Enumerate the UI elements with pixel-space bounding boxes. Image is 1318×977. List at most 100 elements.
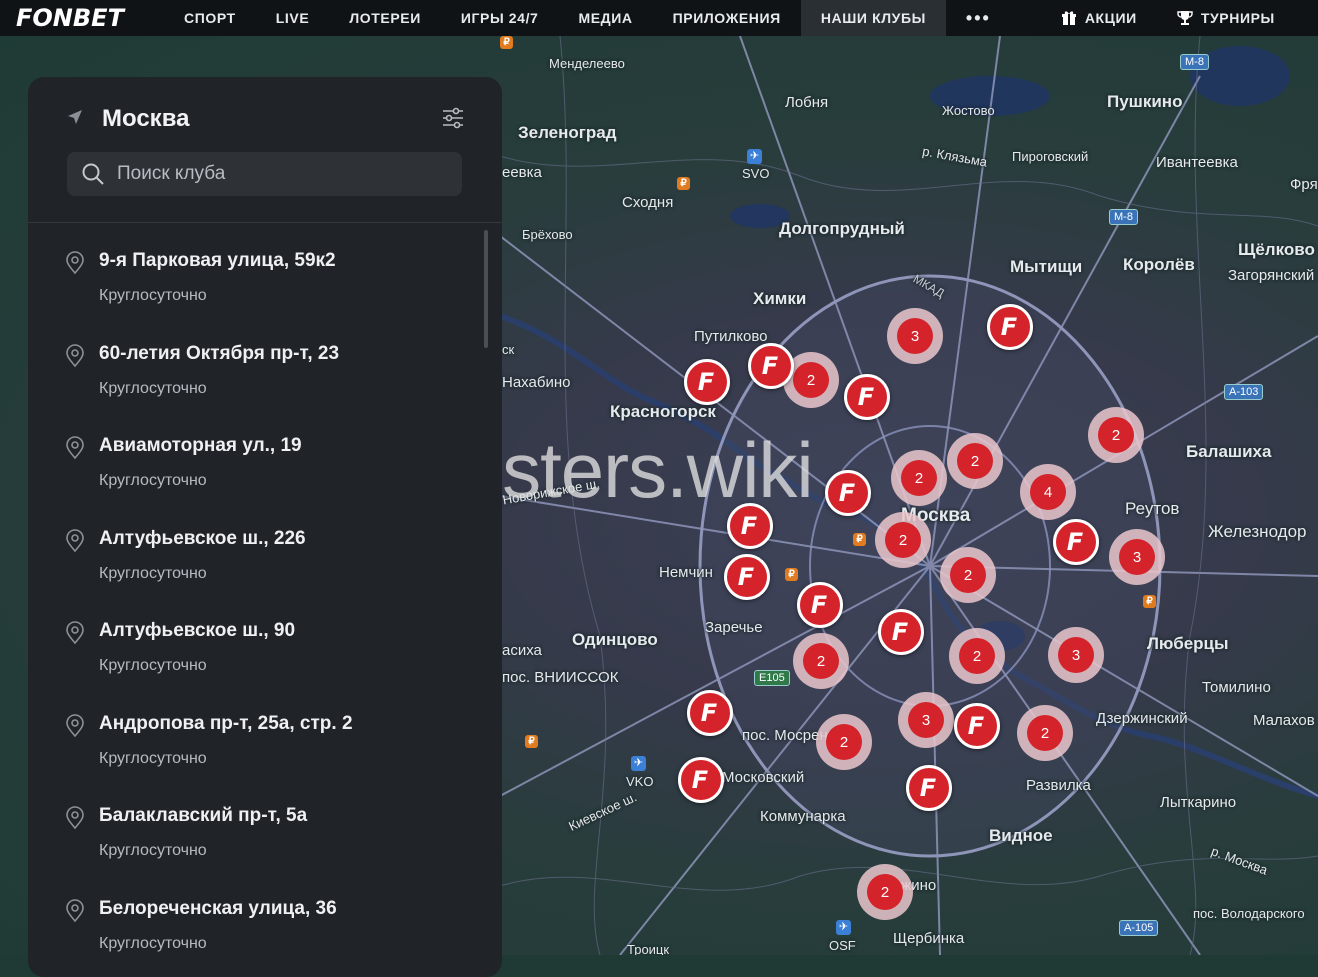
list-item[interactable]: Балаклавский пр-т, 5а Круглосуточно [28, 778, 502, 871]
fonbet-f-icon: F [857, 383, 875, 411]
fonbet-f-icon: F [737, 563, 755, 591]
cluster-marker[interactable]: 2 [875, 512, 931, 568]
nav-apps[interactable]: ПРИЛОЖЕНИЯ [653, 0, 801, 36]
map-pin-icon [64, 436, 86, 465]
road-badge: М-8 [1180, 54, 1209, 70]
club-hours: Круглосуточно [99, 749, 207, 767]
list-item[interactable]: 9-я Парковая улица, 59к2 Круглосуточно [28, 223, 502, 316]
fonbet-f-icon: F [761, 352, 779, 380]
nav-media[interactable]: МЕДИА [558, 0, 652, 36]
location-arrow-icon [66, 108, 84, 131]
nav-tournaments[interactable]: ТУРНИРЫ [1157, 0, 1295, 36]
map-label: Загорянский [1228, 267, 1315, 284]
nav-sport[interactable]: СПОРТ [164, 0, 256, 36]
club-marker[interactable]: F [954, 703, 1000, 749]
cluster-marker[interactable]: 2 [947, 433, 1003, 489]
cluster-marker[interactable]: 2 [857, 864, 913, 920]
atm-icon: ₽ [785, 568, 798, 581]
search-box[interactable] [67, 152, 462, 196]
cluster-marker[interactable]: 2 [816, 714, 872, 770]
map-label: Мытищи [1010, 257, 1083, 276]
map-label: Брёхово [522, 227, 573, 242]
map-label: Фря [1290, 176, 1318, 193]
scrollbar[interactable] [484, 230, 488, 348]
list-item[interactable]: Алтуфьевское ш., 226 Круглосуточно [28, 501, 502, 594]
map-label: Зеленоград [518, 123, 617, 142]
map-label: Троицк [627, 942, 670, 955]
fonbet-f-icon: F [810, 591, 828, 619]
club-address: Авиамоторная ул., 19 [99, 435, 302, 456]
cluster-marker[interactable]: 3 [887, 308, 943, 364]
cluster-marker[interactable]: 2 [793, 633, 849, 689]
cluster-marker[interactable]: 3 [1109, 529, 1165, 585]
club-marker[interactable]: F [797, 582, 843, 628]
list-item[interactable]: Авиамоторная ул., 19 Круглосуточно [28, 408, 502, 501]
list-item[interactable]: Белореченская улица, 36 Круглосуточно [28, 871, 502, 964]
cluster-marker[interactable]: 2 [940, 547, 996, 603]
cluster-marker[interactable]: 2 [891, 450, 947, 506]
club-marker[interactable]: F [687, 690, 733, 736]
club-list: 9-я Парковая улица, 59к2 Круглосуточно 6… [28, 223, 502, 963]
club-hours: Круглосуточно [99, 564, 207, 582]
map-pin-icon [64, 806, 86, 835]
fonbet-logo[interactable]: FONBET [16, 4, 164, 32]
fonbet-f-icon: F [967, 712, 985, 740]
sliders-icon [442, 107, 464, 133]
club-marker[interactable]: F [678, 757, 724, 803]
nav-games[interactable]: ИГРЫ 24/7 [441, 0, 559, 36]
clubs-panel: Москва 9-я Парковая улица, 59к2 [28, 77, 502, 977]
cluster-marker[interactable]: 3 [898, 692, 954, 748]
cluster-marker[interactable]: 2 [1088, 407, 1144, 463]
map-label: пос. Володарского [1193, 906, 1305, 921]
map-label: VKO [626, 774, 654, 789]
club-marker[interactable]: F [878, 609, 924, 655]
map-label: Люберцы [1147, 634, 1229, 653]
filter-button[interactable] [442, 107, 464, 134]
nav-more-button[interactable]: ••• [946, 0, 1011, 36]
club-marker[interactable]: F [684, 359, 730, 405]
map-label: Видное [989, 826, 1053, 845]
nav-tournaments-label: ТУРНИРЫ [1200, 10, 1275, 26]
cluster-marker[interactable]: 2 [1017, 705, 1073, 761]
nav-lotteries[interactable]: ЛОТЕРЕИ [329, 0, 441, 36]
club-marker[interactable]: F [748, 343, 794, 389]
search-input[interactable] [115, 162, 439, 186]
club-marker[interactable]: F [825, 470, 871, 516]
atm-icon: ₽ [677, 177, 690, 190]
club-marker[interactable]: F [906, 765, 952, 811]
club-marker[interactable]: F [1053, 519, 1099, 565]
list-item[interactable]: Алтуфьевское ш., 90 Круглосуточно [28, 593, 502, 686]
map-label: ск [502, 342, 515, 357]
nav-promo[interactable]: АКЦИИ [1041, 0, 1157, 36]
list-item[interactable]: 60-летия Октября пр-т, 23 Круглосуточно [28, 316, 502, 409]
map-label: Железнодор [1208, 522, 1307, 541]
nav-live[interactable]: LIVE [256, 0, 330, 36]
nav-our-clubs[interactable]: НАШИ КЛУБЫ [800, 0, 946, 36]
club-hours: Круглосуточно [99, 657, 207, 674]
club-marker[interactable]: F [987, 304, 1033, 350]
club-marker[interactable]: F [844, 374, 890, 420]
airport-icon: ✈ [747, 149, 762, 164]
nav-promo-label: АКЦИИ [1084, 10, 1137, 26]
map-label: Развилка [1026, 777, 1091, 794]
club-address: Балаклавский пр-т, 5а [99, 805, 308, 826]
club-hours: Круглосуточно [99, 379, 207, 397]
cluster-marker[interactable]: 3 [1048, 627, 1104, 683]
club-marker[interactable]: F [724, 554, 770, 600]
fonbet-f-icon: F [1000, 313, 1018, 341]
cluster-marker[interactable]: 4 [1020, 464, 1076, 520]
map-label: Московский [722, 769, 805, 786]
list-item[interactable]: Андропова пр-т, 25а, стр. 2 Круглосуточн… [28, 686, 502, 779]
map-label: Сходня [622, 194, 674, 211]
city-selector[interactable]: Москва [66, 105, 189, 133]
map-label: Химки [753, 289, 807, 308]
fonbet-f-icon: F [1066, 528, 1084, 556]
atm-icon: ₽ [853, 533, 866, 546]
map-label: Малахов [1253, 712, 1315, 729]
club-marker[interactable]: F [727, 503, 773, 549]
map-label: Лобня [785, 94, 829, 111]
map-label: Коммунарка [760, 808, 846, 825]
cluster-marker[interactable]: 2 [949, 628, 1005, 684]
map-label: OSF [829, 938, 856, 953]
fonbet-f-icon: F [891, 618, 909, 646]
